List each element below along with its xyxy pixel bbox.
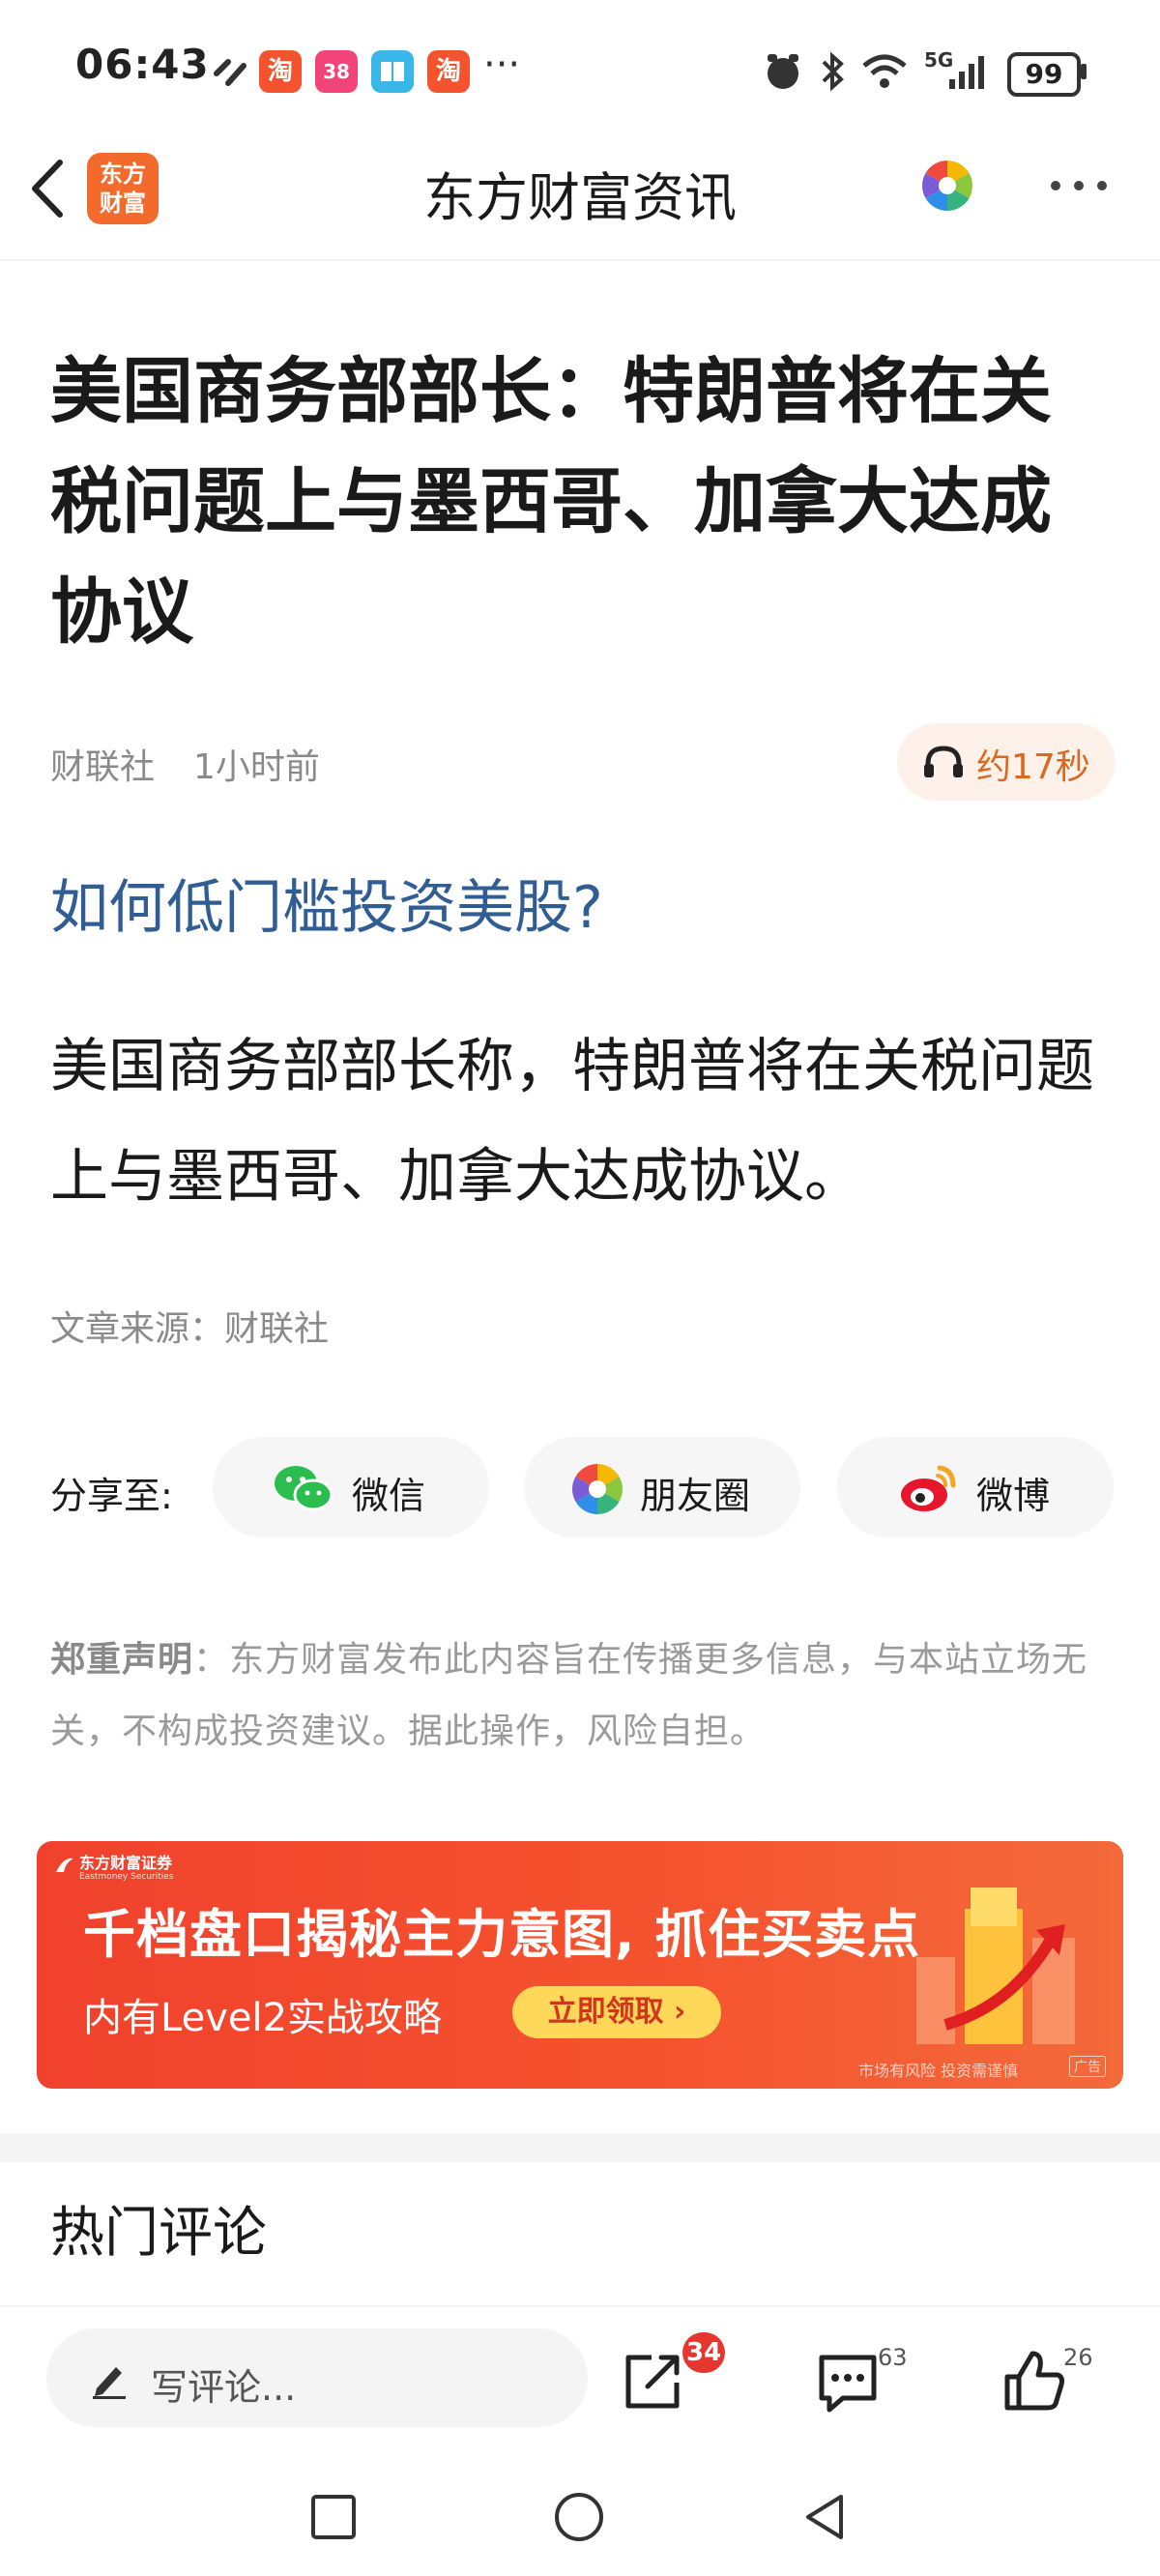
share-weibo-button[interactable] xyxy=(837,1437,1114,1537)
headphones-icon xyxy=(924,746,963,777)
link-status-icon xyxy=(214,59,246,86)
article-headline: 美国商务部部长：特朗普将在关税问题上与墨西哥、加拿大达成协议 xyxy=(50,350,1052,654)
more-icon[interactable] xyxy=(1048,174,1110,197)
back-nav-icon[interactable] xyxy=(800,2491,849,2543)
recent-apps-icon[interactable] xyxy=(309,2493,358,2541)
battery-tip xyxy=(1081,64,1087,79)
share-moments-label: 朋友圈 xyxy=(640,1475,751,1517)
banner-risk-note: 市场有风险 投资需谨慎 xyxy=(858,2062,1019,2080)
taobao-app-icon: 淘 xyxy=(259,50,302,93)
share-wechat-button[interactable] xyxy=(213,1437,489,1537)
like-count: 26 xyxy=(1063,2344,1093,2371)
taobao-app-icon-2: 淘 xyxy=(427,50,470,93)
brand-logo-icon xyxy=(56,1858,73,1872)
comment-count: 63 xyxy=(878,2344,908,2371)
banner-headline: 千档盘口揭秘主力意图, 抓住买卖点 xyxy=(83,1904,921,1965)
audio-duration: 约17秒 xyxy=(976,747,1090,787)
banner-cta-button[interactable]: 立即领取 › xyxy=(512,1986,721,2038)
wechat-icon xyxy=(275,1466,334,1511)
share-badge: 34 xyxy=(682,2332,726,2373)
banner-chart-graphic xyxy=(916,1888,1075,2044)
gift-app-icon: 38 xyxy=(315,50,358,93)
home-icon[interactable] xyxy=(553,2491,605,2543)
banner-subline: 内有Level2实战攻略 xyxy=(83,1996,443,2040)
disclaimer: 郑重声明：东方财富发布此内容旨在传播更多信息，与本站立场无关，不构成投资建议。据… xyxy=(50,1625,1114,1768)
banner-brand-en: Eastmoney Securities xyxy=(79,1872,174,1882)
article-source: 财联社 xyxy=(50,747,156,787)
article-body: 美国商务部部长称，特朗普将在关税问题上与墨西哥、加拿大达成协议。 xyxy=(50,1033,1094,1211)
book-app-icon xyxy=(371,50,414,93)
pencil-icon xyxy=(93,2367,126,2399)
wifi-icon xyxy=(862,54,907,88)
comment-icon[interactable] xyxy=(814,2348,882,2415)
article-time: 1小时前 xyxy=(193,747,320,787)
article-source-line: 文章来源：财联社 xyxy=(50,1309,330,1349)
disclaimer-title: 郑重声明 xyxy=(50,1640,194,1680)
bluetooth-icon xyxy=(822,51,844,92)
ad-banner[interactable]: 东方财富证券 Eastmoney Securities 千档盘口揭秘主力意图, … xyxy=(37,1841,1123,2089)
ad-tag: 广告 xyxy=(1069,2056,1106,2077)
moments-icon xyxy=(572,1464,623,1514)
banner-brand: 东方财富证券 xyxy=(79,1854,173,1872)
hot-comments-title: 热门评论 xyxy=(50,2202,267,2265)
share-weibo-label: 微博 xyxy=(976,1475,1051,1517)
signal-icon xyxy=(949,56,984,89)
share-wechat-label: 微信 xyxy=(352,1475,426,1517)
section-divider xyxy=(0,2133,1160,2162)
weibo-icon xyxy=(901,1465,956,1511)
battery-indicator: 99 xyxy=(1007,52,1081,97)
moments-share-icon[interactable] xyxy=(920,159,974,213)
share-label: 分享至: xyxy=(50,1475,173,1517)
like-icon[interactable] xyxy=(1000,2346,1067,2415)
comment-placeholder: 写评论... xyxy=(151,2366,297,2409)
page-title: 东方财富资讯 xyxy=(423,167,737,228)
alarm-icon xyxy=(768,54,798,89)
status-more-icon: ··· xyxy=(483,43,521,87)
share-icon[interactable] xyxy=(619,2348,686,2415)
disclaimer-text: ：东方财富发布此内容旨在传播更多信息，与本站立场无关，不构成投资建议。据此操作，… xyxy=(50,1640,1088,1751)
promo-link[interactable]: 如何低门槛投资美股? xyxy=(50,861,603,945)
status-time: 06:43 xyxy=(75,41,210,88)
